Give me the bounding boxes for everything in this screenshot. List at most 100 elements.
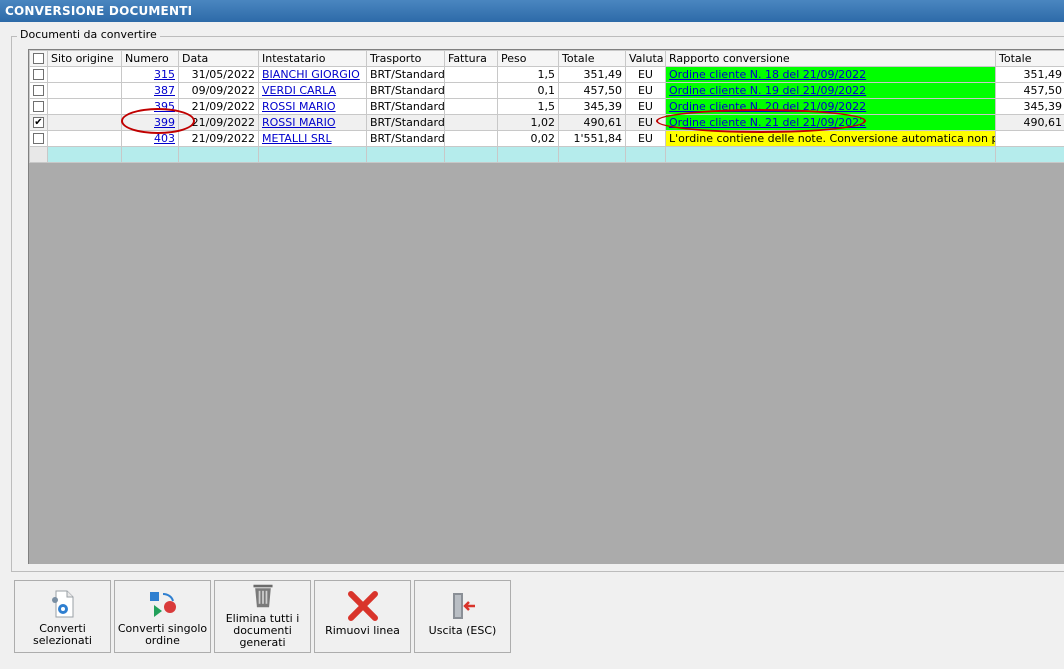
cell-numero-link[interactable]: 387 <box>121 82 179 99</box>
exit-button[interactable]: Uscita (ESC) <box>414 580 511 653</box>
row-select-cell[interactable] <box>29 82 48 99</box>
col-numero[interactable]: Numero <box>121 50 179 67</box>
new-row-cell[interactable] <box>558 146 626 163</box>
col-peso[interactable]: Peso <box>497 50 559 67</box>
row-select-cell[interactable] <box>29 98 48 115</box>
cell-trasporto: BRT/Standard <box>366 66 445 83</box>
cell-numero-link-text[interactable]: 403 <box>154 132 175 145</box>
new-row-cell[interactable] <box>625 146 666 163</box>
col-data[interactable]: Data <box>178 50 259 67</box>
new-row-cell[interactable] <box>47 146 122 163</box>
convert-selected-button[interactable]: Converti selezionati <box>14 580 111 653</box>
cell-intestatario-link-text[interactable]: VERDI CARLA <box>262 84 336 97</box>
cell-totale-2: 457,50 <box>995 82 1064 99</box>
cell-intestatario-link[interactable]: ROSSI MARIO <box>258 98 367 115</box>
cell-totale: 1'551,84 <box>558 130 626 147</box>
row-select-cell[interactable] <box>29 66 48 83</box>
select-all-checkbox[interactable] <box>33 53 44 64</box>
cell-rapporto-conversione[interactable]: Ordine cliente N. 20 del 21/09/2022 <box>665 98 996 115</box>
cell-numero-link[interactable]: 395 <box>121 98 179 115</box>
table-row[interactable]: 403 21/09/2022 METALLI SRL BRT/Standard 0,02… <box>29 130 1064 147</box>
col-valuta[interactable]: Valuta <box>625 50 666 67</box>
col-trasporto[interactable]: Trasporto <box>366 50 445 67</box>
col-intestatario[interactable]: Intestatario <box>258 50 367 67</box>
cell-rapporto-conversione[interactable]: Ordine cliente N. 18 del 21/09/2022 <box>665 66 996 83</box>
cell-trasporto: BRT/Standard <box>366 114 445 131</box>
cell-totale-2: 490,61 <box>995 114 1064 131</box>
cell-data: 21/09/2022 <box>178 114 259 131</box>
cell-peso: 1,5 <box>497 66 559 83</box>
col-totale-2[interactable]: Totale <box>995 50 1064 67</box>
trash-icon <box>252 584 273 608</box>
cell-intestatario-link-text[interactable]: ROSSI MARIO <box>262 116 336 129</box>
col-totale[interactable]: Totale <box>558 50 626 67</box>
cell-rapporto-conversione[interactable]: Ordine cliente N. 19 del 21/09/2022 <box>665 82 996 99</box>
new-row[interactable] <box>29 146 1064 163</box>
remove-line-button[interactable]: Rimuovi linea <box>314 580 411 653</box>
cell-rapporto-conversione-text[interactable]: Ordine cliente N. 20 del 21/09/2022 <box>669 100 866 113</box>
cell-totale-2: 345,39 <box>995 98 1064 115</box>
col-rapporto-conversione[interactable]: Rapporto conversione <box>665 50 996 67</box>
new-row-cell[interactable] <box>995 146 1064 163</box>
col-fattura[interactable]: Fattura <box>444 50 498 67</box>
cell-intestatario-link[interactable]: BIANCHI GIORGIO <box>258 66 367 83</box>
cell-rapporto-conversione-text[interactable]: Ordine cliente N. 18 del 21/09/2022 <box>669 68 866 81</box>
cell-valuta: EU <box>625 114 666 131</box>
cell-numero-link[interactable]: 403 <box>121 130 179 147</box>
new-row-cell[interactable] <box>29 146 48 163</box>
cell-rapporto-conversione-text[interactable]: Ordine cliente N. 21 del 21/09/2022 <box>669 116 866 129</box>
cell-numero-link-text[interactable]: 387 <box>154 84 175 97</box>
row-checkbox[interactable] <box>33 101 44 112</box>
new-row-cell[interactable] <box>665 146 996 163</box>
cell-numero-link[interactable]: 315 <box>121 66 179 83</box>
new-row-cell[interactable] <box>258 146 367 163</box>
cell-peso: 0,02 <box>497 130 559 147</box>
convert-single-label: Converti singolo ordine <box>117 622 208 647</box>
cell-numero-link[interactable]: 399 <box>121 114 179 131</box>
row-checkbox[interactable] <box>33 133 44 144</box>
cell-numero-link-text[interactable]: 395 <box>154 100 175 113</box>
cell-intestatario-link[interactable]: METALLI SRL <box>258 130 367 147</box>
cell-data: 31/05/2022 <box>178 66 259 83</box>
cell-sito-origine <box>47 114 122 131</box>
cell-numero-link-text[interactable]: 315 <box>154 68 175 81</box>
new-row-cell[interactable] <box>366 146 445 163</box>
cell-totale-2 <box>995 130 1064 147</box>
cell-numero-link-text[interactable]: 399 <box>154 116 175 129</box>
cell-intestatario-link[interactable]: ROSSI MARIO <box>258 114 367 131</box>
cell-intestatario-link-text[interactable]: METALLI SRL <box>262 132 332 145</box>
new-row-cell[interactable] <box>497 146 559 163</box>
row-checkbox[interactable]: ✔ <box>33 117 44 128</box>
row-checkbox[interactable] <box>33 85 44 96</box>
cell-intestatario-link-text[interactable]: ROSSI MARIO <box>262 100 336 113</box>
cell-intestatario-link-text[interactable]: BIANCHI GIORGIO <box>262 68 360 81</box>
table-row[interactable]: 387 09/09/2022 VERDI CARLA BRT/Standard 0,1 4… <box>29 82 1064 99</box>
documents-grid[interactable]: Sito origine Numero Data Intestatario Tr… <box>28 49 1064 564</box>
cell-fattura <box>444 66 498 83</box>
header-select-all[interactable] <box>29 50 48 67</box>
row-select-cell[interactable] <box>29 130 48 147</box>
row-checkbox[interactable] <box>33 69 44 80</box>
cell-rapporto-conversione[interactable]: Ordine cliente N. 21 del 21/09/2022 <box>665 114 996 131</box>
table-row[interactable]: ✔ 399 21/09/2022 ROSSI MARIO BRT/Standard 1,0… <box>29 114 1064 131</box>
new-row-cell[interactable] <box>444 146 498 163</box>
table-row[interactable]: 315 31/05/2022 BIANCHI GIORGIO BRT/Standard… <box>29 66 1064 83</box>
remove-line-label: Rimuovi linea <box>325 624 400 637</box>
cell-sito-origine <box>47 98 122 115</box>
cell-peso: 1,5 <box>497 98 559 115</box>
delete-all-button[interactable]: Elimina tutti i documenti generati <box>214 580 311 653</box>
cell-trasporto: BRT/Standard <box>366 82 445 99</box>
convert-single-button[interactable]: Converti singolo ordine <box>114 580 211 653</box>
cell-sito-origine <box>47 66 122 83</box>
new-row-cell[interactable] <box>121 146 179 163</box>
cell-intestatario-link[interactable]: VERDI CARLA <box>258 82 367 99</box>
table-row[interactable]: 395 21/09/2022 ROSSI MARIO BRT/Standard 1,5 3… <box>29 98 1064 115</box>
col-sito-origine[interactable]: Sito origine <box>47 50 122 67</box>
cell-rapporto-conversione-text[interactable]: Ordine cliente N. 19 del 21/09/2022 <box>669 84 866 97</box>
cell-peso: 0,1 <box>497 82 559 99</box>
new-row-cell[interactable] <box>178 146 259 163</box>
cell-trasporto: BRT/Standard <box>366 130 445 147</box>
row-select-cell[interactable]: ✔ <box>29 114 48 131</box>
cell-fattura <box>444 114 498 131</box>
cell-data: 09/09/2022 <box>178 82 259 99</box>
